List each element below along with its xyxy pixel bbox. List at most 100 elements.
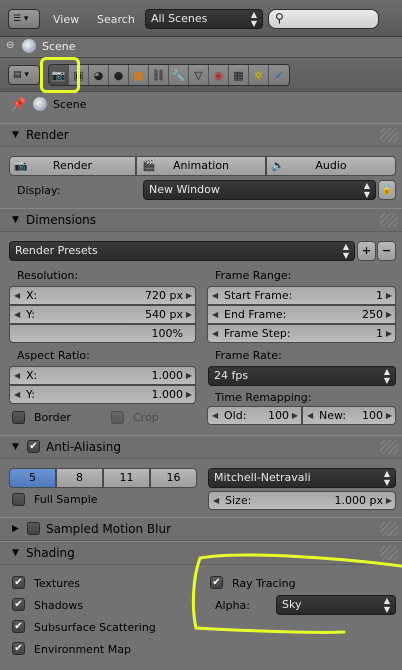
drag-handle[interactable] [380,522,398,536]
increment-icon[interactable]: ▶ [386,492,392,509]
remap-old-field[interactable]: ◀ Old: 100 ▶ [207,406,302,425]
environment-map-checkbox[interactable]: ✔ [12,642,25,655]
end-frame-field[interactable]: ◀ End Frame: 250 ▶ [207,305,396,324]
frame-rate-label: Frame Rate: [215,349,282,362]
constraints-tab[interactable]: ⛓ [149,65,169,85]
sss-checkbox[interactable]: ✔ [12,620,25,633]
increment-icon[interactable]: ▶ [186,306,192,323]
drag-handle[interactable] [380,128,398,142]
context-tabs: 📷 ▣ ◕ ● ■ ⛓ 🔧 ▽ ◉ ▦ ✲ ✔ [48,64,290,86]
drag-handle[interactable] [380,213,398,227]
environment-map-label: Environment Map [34,643,131,656]
increment-icon[interactable]: ▶ [186,367,192,384]
physics-tab[interactable]: ✔ [269,65,289,85]
decrement-icon[interactable]: ◀ [14,287,20,304]
view-menu[interactable]: View [53,13,79,26]
world-tab[interactable]: ● [109,65,129,85]
render-presets-dropdown[interactable]: Render Presets ▲ ▼ [9,241,355,261]
border-checkbox[interactable] [12,411,25,424]
render-icon: 📷 [14,159,28,172]
particles-tab[interactable]: ✲ [249,65,269,85]
increment-icon[interactable]: ▶ [386,306,392,323]
anti-aliasing-panel-header[interactable]: ▼ ✔ Anti-Aliasing [0,435,402,459]
remap-new-label: New: [319,409,347,422]
decrement-icon[interactable]: ◀ [14,306,20,323]
remove-preset-button[interactable]: − [377,241,396,261]
render-panel-header[interactable]: ▼ Render [0,123,402,147]
add-preset-button[interactable]: + [357,241,376,261]
aa-samples-16[interactable]: 16 [150,468,197,488]
animation-button[interactable]: 🎬 Animation [136,156,266,176]
pin-icon[interactable]: 📌 [11,97,26,111]
frame-step-field[interactable]: ◀ Frame Step: 1 ▶ [207,324,396,343]
search-menu[interactable]: Search [97,13,135,26]
decrement-icon[interactable]: ◀ [212,306,218,323]
decrement-icon[interactable]: ◀ [14,367,20,384]
border-label: Border [34,411,71,424]
aspect-x-label: X: [26,369,38,382]
context-path: 📌 Scene [0,92,402,118]
decrement-icon[interactable]: ◀ [14,386,20,403]
updown-icon: ▲ ▼ [342,242,350,260]
frame-rate-dropdown[interactable]: 24 fps ▲ ▼ [208,366,396,386]
decrement-icon[interactable]: ◀ [213,492,219,509]
shadows-checkbox[interactable]: ✔ [12,598,25,611]
remap-new-field[interactable]: ◀ New: 100 ▶ [302,406,396,425]
resolution-y-field[interactable]: ◀ Y: 540 px ▶ [9,305,196,324]
modifiers-tab[interactable]: 🔧 [169,65,189,85]
aa-filter-dropdown[interactable]: Mitchell-Netravali ▲ ▼ [208,468,396,488]
increment-icon[interactable]: ▶ [386,287,392,304]
display-value: New Window [149,183,220,196]
drag-handle[interactable] [380,440,398,454]
aa-samples-11[interactable]: 11 [103,468,150,488]
properties-editor-type-button[interactable]: ▤ ▾ [8,65,40,85]
increment-icon[interactable]: ▶ [386,325,392,342]
decrement-icon[interactable]: ◀ [212,287,218,304]
render-tab[interactable]: 📷 [49,65,69,85]
search-input[interactable]: ⚲ [268,9,379,29]
display-mode-dropdown[interactable]: All Scenes ▲ ▼ [145,9,263,29]
aspect-x-field[interactable]: ◀ X: 1.000 ▶ [9,366,196,385]
collapse-icon[interactable]: ⊖ [6,40,14,51]
decrement-icon[interactable]: ◀ [307,407,313,424]
editor-type-button[interactable]: ☰ ▾ [8,9,40,29]
anti-aliasing-title: Anti-Aliasing [46,440,121,454]
time-remapping-label: Time Remapping: [215,391,312,404]
anti-aliasing-checkbox[interactable]: ✔ [27,440,40,453]
audio-button[interactable]: 🔈 Audio [266,156,396,176]
increment-icon[interactable]: ▶ [186,287,192,304]
decrement-icon[interactable]: ◀ [212,407,218,424]
increment-icon[interactable]: ▶ [292,407,298,424]
scene-tab[interactable]: ◕ [89,65,109,85]
data-tab[interactable]: ▽ [189,65,209,85]
dimensions-panel-header[interactable]: ▼ Dimensions [0,208,402,232]
motion-blur-checkbox[interactable] [27,522,40,535]
increment-icon[interactable]: ▶ [186,386,192,403]
render-button[interactable]: 📷 Render [9,156,136,176]
object-tab[interactable]: ■ [129,65,149,85]
render-layers-tab[interactable]: ▣ [69,65,89,85]
crop-checkbox[interactable] [111,411,124,424]
resolution-percentage-slider[interactable]: 100% [9,324,196,343]
decrement-icon[interactable]: ◀ [212,325,218,342]
aa-size-field[interactable]: ◀ Size: 1.000 px ▶ [208,491,396,510]
lock-button[interactable]: 🔒 [378,180,396,200]
resolution-x-field[interactable]: ◀ X: 720 px ▶ [9,286,196,305]
context-label: Scene [53,98,87,111]
textures-checkbox[interactable]: ✔ [12,576,25,589]
highlight-annotation [191,553,402,634]
full-sample-checkbox[interactable] [12,493,25,506]
aa-samples-5[interactable]: 5 [9,468,56,488]
aspect-y-field[interactable]: ◀ Y: 1.000 ▶ [9,385,196,404]
texture-tab[interactable]: ▦ [229,65,249,85]
motion-blur-panel-header[interactable]: ▶ Sampled Motion Blur [0,517,402,541]
display-dropdown[interactable]: New Window ▲ ▼ [143,180,376,200]
res-y-value: 540 px [145,308,183,321]
material-tab[interactable]: ◉ [209,65,229,85]
audio-button-label: Audio [315,159,347,172]
remap-new-value: 100 [362,409,383,422]
increment-icon[interactable]: ▶ [386,407,392,424]
aa-samples-8[interactable]: 8 [56,468,103,488]
outliner-scene-row[interactable]: ⊖ Scene [0,37,402,57]
start-frame-field[interactable]: ◀ Start Frame: 1 ▶ [207,286,396,305]
